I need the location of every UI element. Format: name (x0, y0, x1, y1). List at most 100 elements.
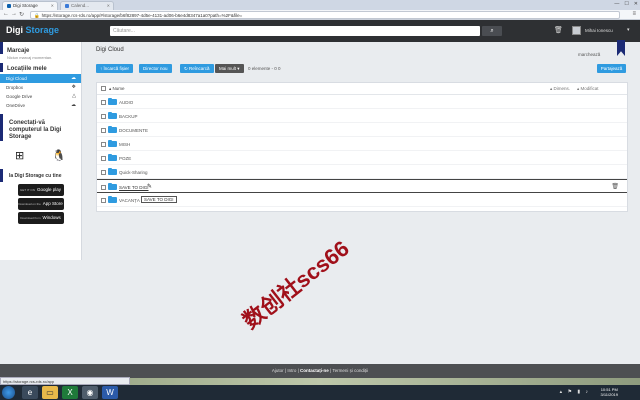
clock[interactable]: 10:51 PM 3/11/2019 (601, 387, 619, 397)
browser-menu-icon[interactable]: ≡ (632, 11, 636, 17)
os-download-row: ⊞ 🐧 (0, 141, 81, 166)
word-taskbar-icon[interactable]: W (102, 386, 118, 399)
sidebar-item-onedrive[interactable]: OneDrive ☁ (0, 101, 81, 110)
row-checkbox[interactable] (101, 100, 106, 105)
ie-taskbar-icon[interactable]: e (22, 386, 38, 399)
footer-link-help[interactable]: Ajutor (272, 368, 284, 373)
windows-icon[interactable]: ⊞ (15, 149, 24, 162)
folder-name[interactable]: MISH (119, 142, 130, 147)
folder-name[interactable]: AUDIO (119, 100, 133, 105)
tab-close-icon[interactable]: ✕ (107, 3, 110, 8)
url-input[interactable]: 🔒 https://storage.rcs-rds.ro/app/#/storag… (30, 11, 620, 19)
address-bar: ← → ↻ 🔒 https://storage.rcs-rds.ro/app/#/… (0, 10, 640, 20)
item-count: 0 elemente - 0 0 (248, 66, 281, 71)
upload-file-button[interactable]: ↑ Încarcă fișier (96, 64, 134, 73)
sidebar-item-google-drive[interactable]: Google Drive △ (0, 92, 81, 101)
row-checkbox[interactable] (101, 128, 106, 133)
stores-title: Ia Digi Storage cu tine (0, 169, 81, 182)
column-modified[interactable]: ▴ Modificat (577, 86, 599, 92)
favicon-icon (7, 3, 11, 8)
footer-link-contact[interactable]: Contactați-ne (300, 368, 329, 373)
avatar[interactable] (572, 26, 581, 35)
new-folder-button[interactable]: Director nou (139, 64, 172, 73)
sidebar-item-digi-cloud[interactable]: Digi Cloud ☁ (0, 74, 81, 83)
column-size[interactable]: ▴ Dimens. (550, 86, 570, 92)
folder-name[interactable]: DOCUMENTE (119, 128, 148, 133)
folder-icon (108, 140, 117, 147)
connect-title: Conectați-vă computerul la Digi Storage (0, 114, 81, 141)
browser-tab[interactable]: Calend... ✕ (60, 1, 114, 10)
maximize-icon[interactable]: ☐ (624, 1, 628, 7)
footer: Ajutor | Intro | Contactați-ne | Termeni… (0, 364, 640, 378)
select-all-checkbox[interactable] (101, 86, 106, 91)
more-button[interactable]: Mai mult ▾ (215, 64, 244, 73)
folder-icon (108, 183, 117, 190)
username[interactable]: Mihai Ionescu (585, 28, 613, 33)
bookmarks-empty: Niciun marcaj momentan. (7, 55, 53, 60)
search-icon: ⌕ (490, 28, 494, 34)
folder-name[interactable]: POZE (119, 156, 131, 161)
explorer-taskbar-icon[interactable]: ▭ (42, 386, 58, 399)
locations-title: Locațiile mele (0, 63, 75, 72)
search-button[interactable]: ⌕ (482, 26, 502, 36)
file-table: ▴ Nume ▴ Dimens. ▴ Modificat AUDIO BACKU… (96, 82, 628, 212)
sidebar-item-dropbox[interactable]: Dropbox ❖ (0, 83, 81, 92)
reload-icon[interactable]: ↻ (19, 11, 24, 18)
table-row[interactable]: POZE (97, 151, 627, 165)
sidebar: Marcaje Niciun marcaj momentan. Locațiil… (0, 42, 82, 260)
browser-tabstrip: Digi Storage ✕ Calend... ✕ — ☐ ✕ (0, 0, 640, 10)
footer-link-terms[interactable]: Termeni și condiții (332, 368, 368, 373)
table-row[interactable]: DOCUMENTE (97, 123, 627, 137)
browser-tab-active[interactable]: Digi Storage ✕ (2, 1, 58, 10)
forward-icon[interactable]: → (11, 11, 17, 17)
refresh-button[interactable]: ↻ Reîncarcă (180, 64, 214, 73)
onedrive-icon: ☁ (71, 102, 76, 108)
app-logo[interactable]: Digi Storage (6, 25, 59, 35)
table-header: ▴ Nume ▴ Dimens. ▴ Modificat (97, 83, 627, 95)
table-row[interactable]: MISH (97, 137, 627, 151)
bookmark-label[interactable]: marchează (578, 52, 600, 57)
row-checkbox[interactable] (101, 170, 106, 175)
table-row[interactable]: Quick-Sharing (97, 165, 627, 179)
column-name[interactable]: ▴ Nume (109, 86, 125, 92)
start-button[interactable] (2, 386, 15, 399)
tab-close-icon[interactable]: ✕ (51, 3, 54, 8)
row-checkbox[interactable] (101, 114, 106, 119)
table-row[interactable]: VACANȚA SAVE TO DIGI (97, 193, 627, 207)
google-play-button[interactable]: GET IT ON Google play (17, 184, 64, 196)
minimize-icon[interactable]: — (614, 1, 619, 7)
taskbar: e ▭ X ◉ W ▴ ⚑ ▮ ♪ 10:51 PM 3/11/2019 (0, 385, 640, 400)
app-store-button[interactable]: Download on the App Store (17, 198, 64, 210)
linux-icon[interactable]: 🐧 (52, 149, 66, 162)
folder-name[interactable]: SAVE TO DIGI (119, 185, 149, 190)
close-window-icon[interactable]: ✕ (634, 1, 638, 7)
bookmark-icon[interactable] (617, 40, 625, 56)
folder-icon (108, 168, 117, 175)
watermark: 数创社scs66 (238, 235, 354, 334)
folder-icon (108, 112, 117, 119)
row-checkbox[interactable] (101, 156, 106, 161)
table-row-editing[interactable]: SAVE TO DIGI ✎ 🗑 (97, 179, 627, 193)
back-icon[interactable]: ← (3, 11, 9, 17)
share-button[interactable]: Partajează (597, 64, 626, 73)
windows-store-button[interactable]: Download from Windows Phone Store (17, 212, 64, 232)
trash-icon[interactable]: 🗑 (554, 26, 563, 34)
folder-icon (108, 126, 117, 133)
folder-name[interactable]: Quick-Sharing (119, 170, 148, 175)
row-checkbox[interactable] (101, 198, 106, 203)
table-row[interactable]: AUDIO (97, 95, 627, 109)
browser-status-bar: https://storage.rcs-rds.ro/app (0, 377, 130, 385)
excel-taskbar-icon[interactable]: X (62, 386, 78, 399)
trash-icon[interactable]: 🗑 (611, 183, 619, 190)
folder-name[interactable]: VACANȚA (119, 198, 140, 203)
search-input[interactable]: Căutare... (110, 26, 480, 36)
pencil-icon[interactable]: ✎ (147, 183, 152, 190)
table-row[interactable]: BACKUP (97, 109, 627, 123)
row-checkbox[interactable] (101, 142, 106, 147)
row-checkbox[interactable] (101, 185, 106, 190)
footer-link-intro[interactable]: Intro (287, 368, 296, 373)
system-tray[interactable]: ▴ ⚑ ▮ ♪ (560, 389, 590, 395)
folder-name[interactable]: BACKUP (119, 114, 138, 119)
chrome-taskbar-icon[interactable]: ◉ (82, 386, 98, 399)
chevron-down-icon[interactable]: ▾ (627, 27, 630, 33)
